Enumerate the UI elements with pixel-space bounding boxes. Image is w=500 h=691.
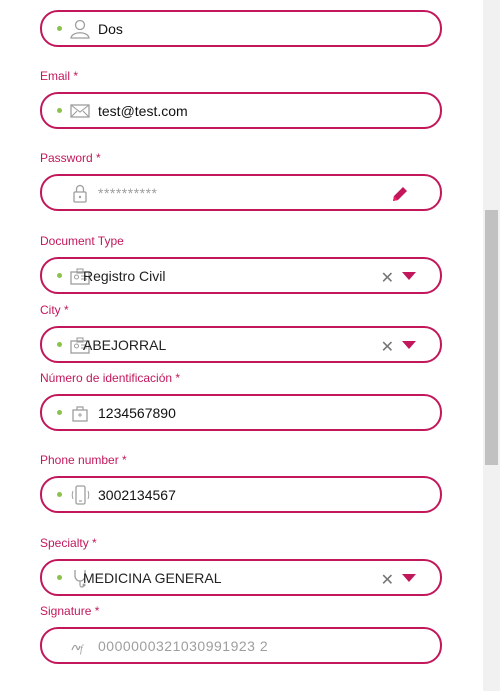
- scrollbar[interactable]: [483, 0, 500, 691]
- email-value: test@test.com: [98, 103, 188, 119]
- document-type-select[interactable]: Registro Civil ✕: [40, 257, 442, 294]
- valid-dot: [57, 26, 62, 31]
- id-number-field[interactable]: 1234567890: [40, 394, 442, 431]
- signature-value: 0000000321030991923 2: [98, 638, 269, 654]
- phone-label: Phone number *: [40, 453, 127, 467]
- city-value: ABEJORRAL: [83, 337, 167, 353]
- phone-icon: [69, 485, 91, 505]
- specialty-select[interactable]: MEDICINA GENERAL ✕: [40, 559, 442, 596]
- clear-icon[interactable]: ✕: [381, 337, 394, 357]
- email-label: Email *: [40, 69, 79, 83]
- clear-icon[interactable]: ✕: [381, 570, 394, 590]
- pencil-icon[interactable]: [390, 184, 410, 204]
- phone-field[interactable]: 3002134567: [40, 476, 442, 513]
- document-type-value: Registro Civil: [83, 268, 166, 284]
- valid-dot: [57, 342, 62, 347]
- valid-dot: [57, 108, 62, 113]
- chevron-down-icon[interactable]: [402, 272, 416, 280]
- id-number-value: 1234567890: [98, 405, 176, 421]
- email-field[interactable]: test@test.com: [40, 92, 442, 129]
- valid-dot: [57, 273, 62, 278]
- document-type-label: Document Type: [40, 234, 124, 248]
- lastname-value: Dos: [98, 21, 123, 37]
- scrollbar-thumb[interactable]: [485, 210, 498, 465]
- city-label: City *: [40, 303, 69, 317]
- user-icon: [69, 19, 91, 39]
- chevron-down-icon[interactable]: [402, 574, 416, 582]
- clear-icon[interactable]: ✕: [381, 268, 394, 288]
- lastname-field[interactable]: Dos: [40, 10, 442, 47]
- password-label: Password *: [40, 151, 101, 165]
- phone-value: 3002134567: [98, 487, 176, 503]
- password-field[interactable]: **********: [40, 174, 442, 211]
- valid-dot: [57, 410, 62, 415]
- signature-field[interactable]: f 0000000321030991923 2: [40, 627, 442, 664]
- specialty-label: Specialty *: [40, 536, 97, 550]
- valid-dot: [57, 492, 62, 497]
- city-select[interactable]: ABEJORRAL ✕: [40, 326, 442, 363]
- signature-icon: f: [69, 636, 91, 656]
- id-number-label: Número de identificación *: [40, 371, 181, 385]
- valid-dot: [57, 575, 62, 580]
- svg-text:f: f: [80, 644, 84, 655]
- lock-icon: [69, 183, 91, 203]
- signature-label: Signature *: [40, 604, 100, 618]
- envelope-icon: [69, 101, 91, 121]
- specialty-value: MEDICINA GENERAL: [83, 570, 222, 586]
- password-value: **********: [98, 185, 158, 201]
- chevron-down-icon[interactable]: [402, 341, 416, 349]
- briefcase-icon: [69, 403, 91, 423]
